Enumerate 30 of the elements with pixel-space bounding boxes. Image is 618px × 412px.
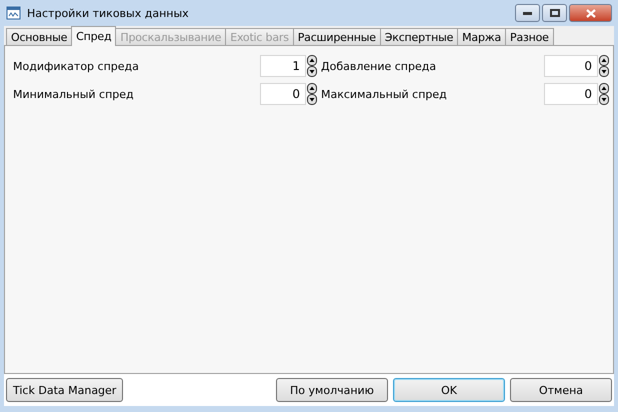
dialog-button[interactable]: OK	[393, 378, 505, 402]
tab[interactable]: Основные	[6, 28, 72, 46]
minimize-button[interactable]	[515, 4, 540, 22]
tab[interactable]: Разное	[505, 28, 554, 46]
dialog-button[interactable]: Tick Data Manager	[6, 378, 124, 402]
field-label: Модификатор спреда	[13, 60, 140, 72]
close-button[interactable]	[569, 4, 612, 22]
tab[interactable]: Маржа	[457, 28, 506, 46]
field-label: Добавление спреда	[321, 60, 438, 72]
close-icon	[586, 8, 596, 18]
minimize-icon	[523, 12, 532, 14]
field-label: Максимальный спред	[321, 88, 448, 100]
spinner-arrows-icon[interactable]	[599, 55, 609, 77]
tab[interactable]: Спред	[71, 26, 116, 46]
spinner-arrows-icon[interactable]	[599, 83, 609, 105]
field-label: Минимальный спред	[13, 88, 135, 100]
dialog-button[interactable]: По умолчанию	[276, 378, 388, 402]
number-field[interactable]: 0	[544, 55, 598, 77]
number-field[interactable]: 0	[260, 83, 306, 105]
dialog-button[interactable]: Отмена	[510, 378, 612, 402]
spinner-arrows-icon[interactable]	[307, 83, 317, 105]
spinner-arrows-icon[interactable]	[307, 55, 317, 77]
number-field[interactable]: 0	[544, 83, 598, 105]
maximize-icon	[550, 9, 560, 17]
number-field[interactable]: 1	[260, 55, 306, 77]
tab[interactable]: Экспертные	[380, 28, 458, 46]
maximize-button[interactable]	[542, 4, 567, 22]
tab[interactable]: Расширенные	[292, 28, 381, 46]
chart-icon	[6, 5, 22, 21]
window-title: Настройки тиковых данных	[27, 6, 190, 20]
